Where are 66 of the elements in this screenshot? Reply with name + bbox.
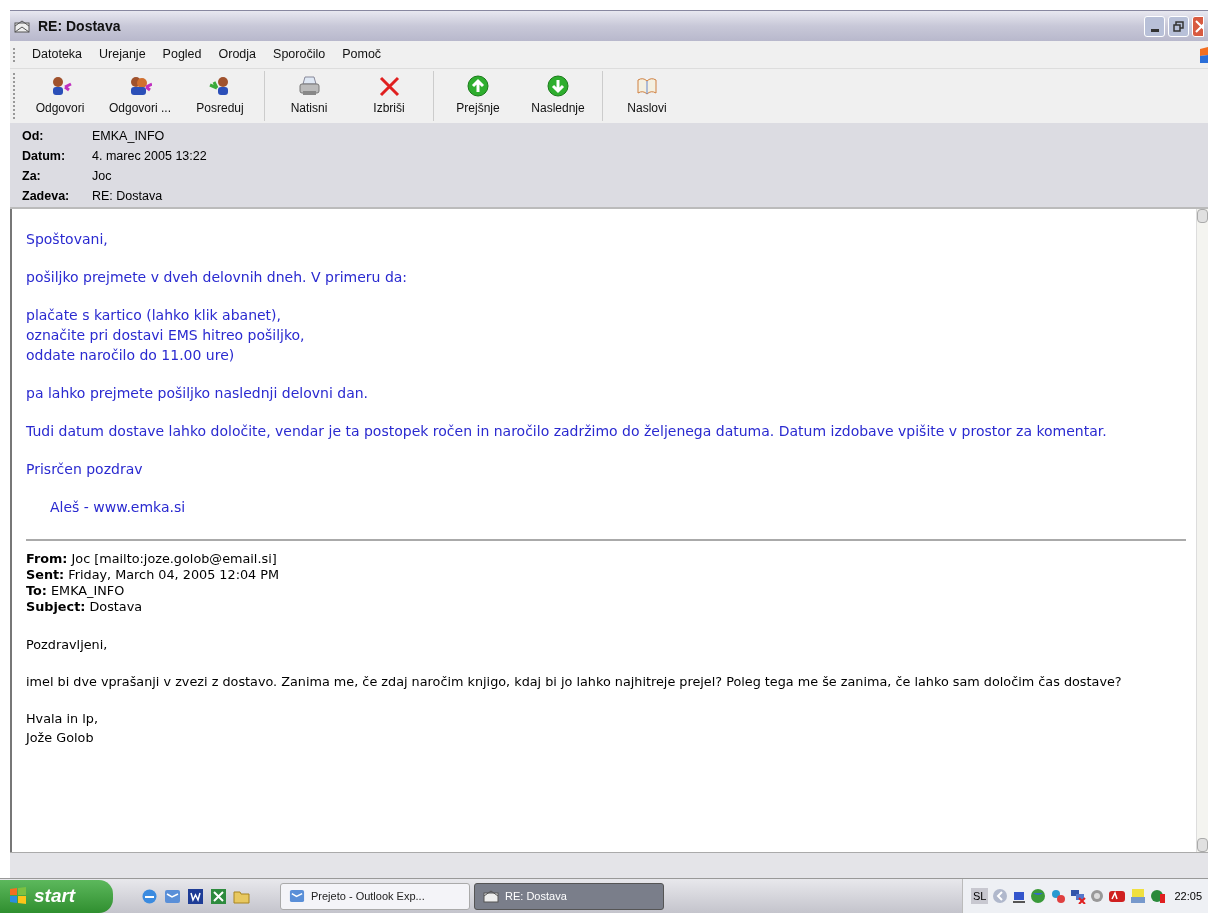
menu-item[interactable]: Sporočilo	[273, 45, 326, 64]
mail-app-icon	[289, 888, 305, 904]
field-value: RE: Dostava	[92, 188, 163, 205]
minimize-button[interactable]	[1144, 15, 1165, 37]
paragraph-line: Hvala in lp,	[26, 710, 99, 728]
paragraph-line: Pozdravljeni,	[26, 636, 109, 654]
mail-app-icon[interactable]	[164, 887, 181, 905]
window-title: RE: Dostava	[38, 16, 121, 36]
language-indicator[interactable]: SL	[971, 887, 989, 905]
paragraph-line: Spoštovani,	[26, 230, 109, 249]
scrollbar[interactable]	[1196, 209, 1208, 852]
menu-item[interactable]: Orodja	[218, 45, 257, 64]
menu-item[interactable]: Datoteka	[32, 45, 83, 64]
windows-logo-icon	[8, 886, 28, 906]
people-arrow-icon	[128, 75, 152, 97]
envelope-icon	[483, 889, 499, 903]
paragraph-line: oddate naročilo do 11.00 ure)	[26, 346, 236, 365]
taskbar-button[interactable]: Prejeto - Outlook Exp...	[280, 882, 470, 910]
windows-logo-icon	[1198, 45, 1208, 64]
field-label: Datum:	[22, 148, 67, 165]
toolbar-button[interactable]: Natisni	[269, 69, 349, 123]
clock: 22:05	[1174, 888, 1202, 904]
globe-icon[interactable]	[1030, 888, 1047, 904]
paragraph-line: Tudi datum dostave lahko določite, vendar je ta postopek ročen in naročilo zadržimo do željenega datuma. Datum izdobave vpišite v prostor za komentar.	[26, 422, 1108, 441]
header-line: Sent: Friday, March 04, 2005 12:04 PM	[26, 567, 281, 583]
paragraph-line: Prisrčen pozdrav	[26, 460, 144, 479]
field-value: EMKA_INFO	[92, 128, 165, 145]
paragraph-line: pa lahko prejmete pošiljko naslednji delovni dan.	[26, 384, 370, 403]
open-book-icon	[635, 75, 659, 97]
toolbar-button[interactable]: Naslovi	[607, 69, 687, 123]
signature: Aleš - www.emka.si	[49, 498, 187, 517]
toolbar-button[interactable]: Izbriši	[349, 69, 429, 123]
arrow-down-icon	[546, 75, 570, 97]
field-label: Zadeva:	[22, 188, 71, 205]
field-value: Joc	[92, 168, 112, 185]
toolbar-button[interactable]: Odgovori	[20, 69, 100, 123]
toolbar-button[interactable]: Odgovori ...	[100, 69, 180, 123]
toolbar-button[interactable]: Prejšnje	[438, 69, 518, 123]
arrow-up-icon	[466, 75, 490, 97]
paragraph-line: Jože Golob	[26, 729, 95, 747]
close-icon	[377, 75, 401, 97]
restore-button[interactable]	[1168, 15, 1189, 37]
field-label: Od:	[22, 128, 45, 145]
paragraph-line: pošiljko prejmete v dveh delovnih dneh. V primeru da:	[26, 268, 409, 287]
paragraph-line: imel bi dve vprašanji v zvezi z dostavo. Zanima me, če zdaj naročim knjigo, kdaj bi jo lahko najhitreje prejel? Poleg tega me še zanima, če lahko sam določim čas dostave?	[26, 673, 1123, 691]
close-button[interactable]	[1192, 15, 1204, 37]
paragraph-line: označite pri dostavi EMS hitreo pošiljko,	[26, 326, 306, 345]
printer-icon	[297, 75, 321, 97]
menu-item[interactable]: Pomoč	[342, 45, 382, 64]
monitor-icon[interactable]	[1130, 888, 1147, 904]
paragraph-line: plačate s kartico (lahko klik abanet),	[26, 306, 283, 325]
header-line: Subject: Dostava	[26, 599, 144, 615]
toolbar-button[interactable]: Naslednje	[518, 69, 598, 123]
envelope-icon	[14, 19, 30, 33]
document-app-icon[interactable]	[187, 887, 204, 905]
restore-icon	[1173, 20, 1184, 32]
field-value: 4. marec 2005 13:22	[92, 148, 207, 165]
menu-item[interactable]: Urejanje	[99, 45, 146, 64]
header-line: From: Joc [mailto:joze.golob@email.si]	[26, 551, 278, 567]
spreadsheet-app-icon[interactable]	[210, 887, 227, 905]
taskbar-button[interactable]: RE: Dostava	[474, 882, 664, 910]
header-line: To: EMKA_INFO	[26, 583, 126, 599]
toolbar-button[interactable]: Posreduj	[180, 69, 260, 123]
disconnected-computers-icon[interactable]	[1070, 888, 1087, 904]
field-label: Za:	[22, 168, 42, 185]
menu-item[interactable]: Pogled	[162, 45, 202, 64]
